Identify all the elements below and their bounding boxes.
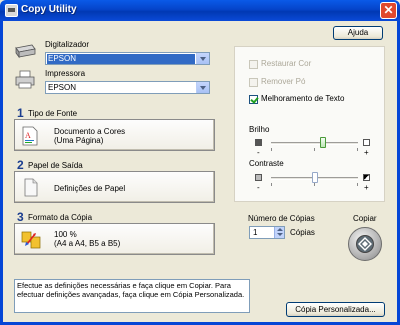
chevron-down-icon[interactable] [196,82,209,93]
paper-icon [24,178,38,199]
brightness-tick [271,148,272,151]
copies-stepper[interactable]: 1 [249,226,285,239]
printer-value: EPSON [48,83,77,92]
contrast-label: Contraste [249,159,284,168]
copy-icon [356,235,374,253]
svg-text:A: A [25,131,31,140]
scanner-select[interactable]: EPSON [45,52,210,65]
status-message: Efectue as definições necessárias e faça… [14,279,250,313]
copy-format-title: Formato da Cópia [28,213,93,222]
contrast-tick [357,183,358,186]
custom-copy-button[interactable]: Cópia Personalizada... [286,302,385,317]
brightness-plus: + [364,148,369,157]
remove-dust-label: Remover Pó [261,77,306,86]
copy-format-button[interactable]: 100 % (A4 a A4, B5 a B5) [14,223,215,255]
scale-icon [21,231,41,251]
copy-scale-value: 100 % [54,230,77,239]
scanner-value: EPSON [47,54,195,64]
remove-dust-checkbox[interactable] [249,78,258,87]
contrast-low-icon [255,174,262,181]
color-document-icon: A [22,126,38,148]
brightness-low-icon [255,139,262,146]
spin-down-icon[interactable] [277,233,283,236]
contrast-tick [314,183,315,186]
text-enhance-checkbox[interactable] [249,95,258,104]
brightness-slider[interactable] [320,137,327,148]
brightness-high-icon [363,139,370,146]
section-number-format: 3 [17,210,24,224]
output-paper-title: Papel de Saída [28,161,83,170]
app-icon [5,4,18,17]
brightness-track [271,142,358,145]
printer-icon [14,70,36,90]
restore-color-checkbox[interactable] [249,60,258,69]
restore-color-label: Restaurar Cor [261,59,312,68]
source-type-title: Tipo de Fonte [28,109,78,118]
text-enhance-label: Melhoramento de Texto [261,94,345,103]
contrast-high-icon [363,174,370,181]
copy-button[interactable] [348,227,382,261]
section-number-source: 1 [17,106,24,120]
contrast-minus: - [257,183,260,192]
source-type-value: Documento a Cores [54,127,126,136]
copies-spin-buttons[interactable] [274,227,284,238]
close-button[interactable]: ✕ [380,2,397,19]
brightness-tick [357,148,358,151]
copy-label: Copiar [353,214,377,223]
section-number-paper: 2 [17,158,24,172]
printer-label: Impressora [45,69,86,78]
source-type-button[interactable]: A Documento a Cores (Uma Página) [14,119,215,151]
copy-scale-subvalue: (A4 a A4, B5 a B5) [54,239,121,248]
copies-label: Número de Cópias [248,214,315,223]
output-paper-button[interactable]: Definições de Papel [14,171,215,203]
adjustment-panel: Restaurar Cor Remover Pó Melhoramento de… [234,46,385,202]
copies-unit: Cópias [290,228,315,237]
chevron-down-icon[interactable] [196,53,209,64]
window-frame-left [0,21,3,325]
contrast-plus: + [364,183,369,192]
contrast-slider[interactable] [311,172,318,183]
paper-settings-value: Definições de Papel [54,184,126,193]
window-title: Copy Utility [21,4,77,15]
source-type-subvalue: (Uma Página) [54,136,104,145]
brightness-label: Brilho [249,125,270,134]
scanner-label: Digitalizador [45,40,90,49]
brightness-tick [314,148,315,151]
contrast-tick [271,183,272,186]
spin-up-icon[interactable] [277,228,283,231]
brightness-minus: - [257,148,260,157]
help-button[interactable]: Ajuda [333,26,383,40]
scanner-icon [14,42,36,60]
printer-select[interactable]: EPSON [45,81,210,94]
title-bar: Copy Utility ✕ [0,0,400,21]
copies-value: 1 [253,228,258,237]
